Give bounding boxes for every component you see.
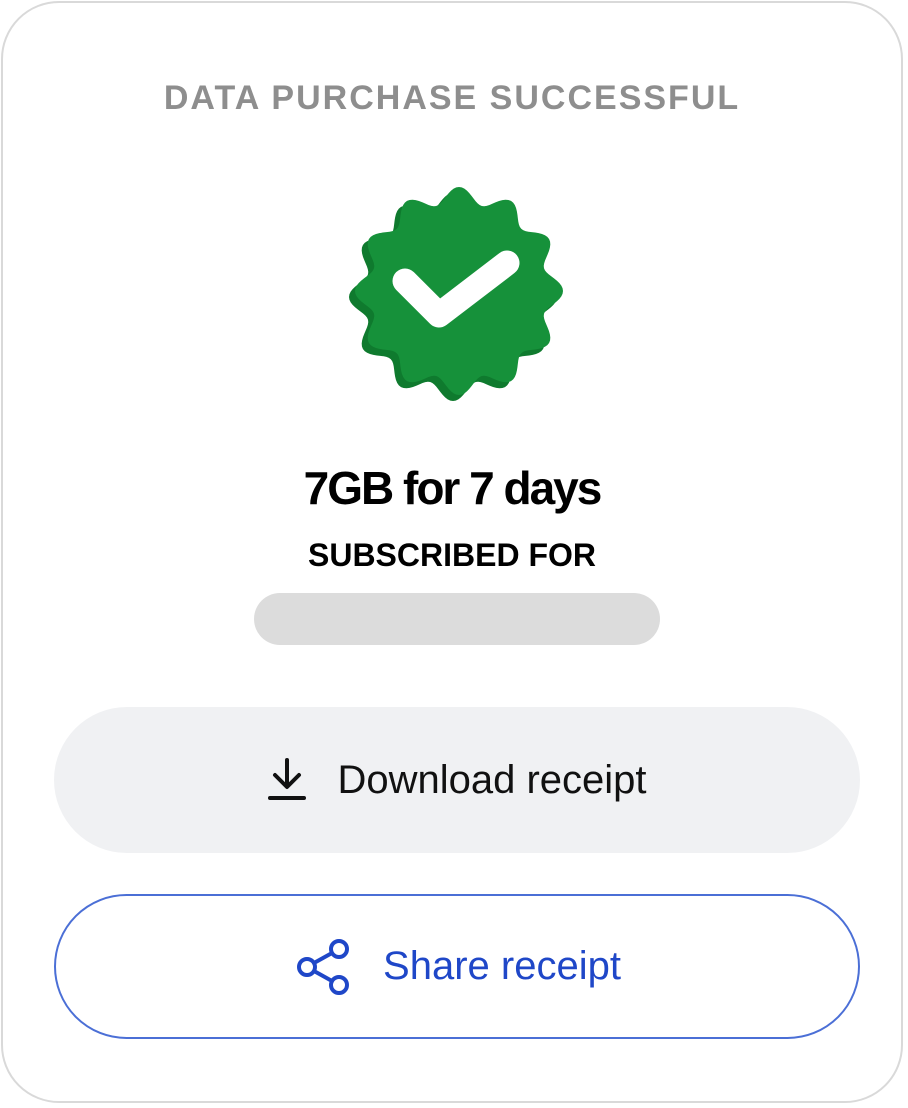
purchase-success-card: DATA PURCHASE SUCCESSFUL 7GB for 7 days … (1, 1, 903, 1103)
download-icon (267, 756, 307, 804)
plan-title: 7GB for 7 days (303, 462, 603, 514)
status-heading: DATA PURCHASE SUCCESSFUL (163, 79, 741, 117)
share-receipt-label: Share receipt (383, 944, 621, 988)
subscribed-for-label: SUBSCRIBED FOR (307, 537, 596, 573)
share-receipt-button[interactable]: Share receipt (54, 894, 860, 1039)
redacted-phone-number (254, 593, 660, 645)
share-icon (293, 937, 353, 997)
download-receipt-button[interactable]: Download receipt (54, 707, 860, 853)
verified-check-badge-icon (347, 183, 567, 403)
download-receipt-label: Download receipt (337, 757, 647, 802)
